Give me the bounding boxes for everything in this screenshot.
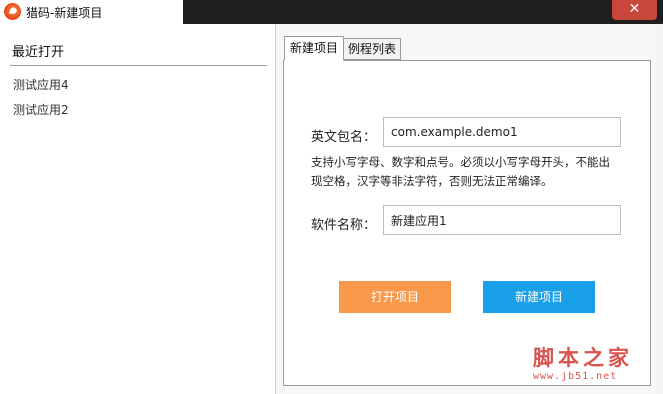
- package-hint: 支持小写字母、数字和点号。必须以小写字母开头，不能出 现空格，汉字等非法字符，否…: [311, 153, 641, 191]
- watermark-url: www.jb51.net: [533, 371, 618, 382]
- recent-panel: 最近打开 测试应用4 测试应用2: [0, 24, 276, 394]
- title-bar-background: [183, 0, 663, 24]
- tab-new-project[interactable]: 新建项目: [284, 36, 344, 61]
- close-button[interactable]: ✕: [612, 0, 657, 20]
- tab-examples[interactable]: 例程列表: [344, 38, 401, 60]
- open-project-button[interactable]: 打开项目: [339, 281, 451, 313]
- package-input[interactable]: [383, 117, 621, 147]
- window-right-border: [656, 24, 663, 394]
- watermark-logo: 脚本之家: [533, 345, 633, 370]
- create-project-button[interactable]: 新建项目: [483, 281, 595, 313]
- app-name-input[interactable]: [383, 205, 621, 235]
- package-hint-line: 现空格，汉字等非法字符，否则无法正常编译。: [311, 174, 553, 188]
- recent-divider: [10, 65, 267, 66]
- package-label: 英文包名：: [311, 130, 377, 145]
- package-hint-line: 支持小写字母、数字和点号。必须以小写字母开头，不能出: [311, 155, 610, 169]
- app-name-label: 软件名称：: [311, 218, 377, 233]
- recent-item[interactable]: 测试应用2: [13, 101, 69, 118]
- window-title: 猎码-新建项目: [26, 6, 103, 20]
- recent-item[interactable]: 测试应用4: [13, 76, 69, 93]
- app-logo-icon: [4, 3, 21, 20]
- recent-title: 最近打开: [12, 45, 65, 60]
